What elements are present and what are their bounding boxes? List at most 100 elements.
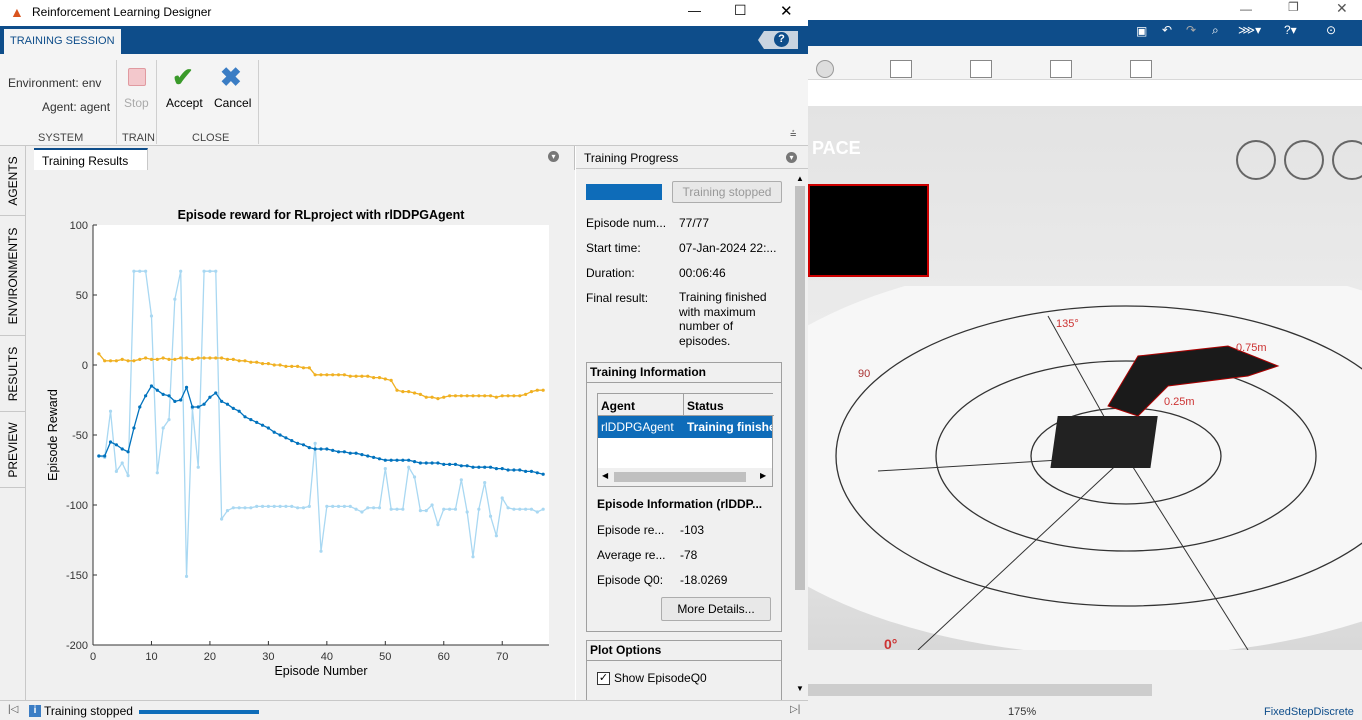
progress-vscroll[interactable]: ▲ ▼ <box>793 170 807 700</box>
scroll-right-icon[interactable]: ▶ <box>760 471 766 480</box>
stop-sim-icon[interactable] <box>816 60 834 78</box>
scope-icon[interactable] <box>890 60 912 78</box>
info-icon: i <box>29 705 41 717</box>
zoom-level: 175% <box>1008 706 1037 718</box>
data-point <box>138 405 142 409</box>
data-point <box>488 514 493 518</box>
data-point <box>342 450 346 454</box>
scroll-down-icon[interactable]: ▼ <box>796 684 804 693</box>
training-info-title: Training Information <box>590 365 706 379</box>
table-scroll-thumb[interactable] <box>614 472 746 482</box>
data-point <box>272 363 276 367</box>
table-hscroll[interactable]: ◀ ▶ <box>598 468 772 486</box>
data-point <box>395 507 399 511</box>
view-front-icon[interactable] <box>1236 140 1276 180</box>
data-point <box>313 441 317 445</box>
data-point <box>383 458 387 462</box>
scroll-left-icon[interactable]: ◀ <box>602 471 608 480</box>
data-point <box>103 454 107 458</box>
data-point <box>149 357 154 361</box>
accept-button[interactable]: ✔ Accept <box>162 60 206 120</box>
field-label-start: Start time: <box>586 241 641 255</box>
data-point <box>184 385 189 389</box>
help-dropdown-icon[interactable]: ?▾ <box>1284 23 1297 37</box>
grid-icon[interactable] <box>1130 60 1152 78</box>
view-top-icon[interactable] <box>1332 140 1362 180</box>
tab-training-results[interactable]: Training Results <box>34 148 148 170</box>
search-icon[interactable]: ⌕ <box>1212 23 1219 38</box>
side-tab-preview-label: PREVIEW <box>5 421 20 478</box>
data-point <box>290 504 294 508</box>
more-details-button[interactable]: More Details... <box>661 597 771 621</box>
bg-hscroll[interactable] <box>808 684 1152 696</box>
view-side-icon[interactable] <box>1284 140 1324 180</box>
data-point <box>448 507 452 511</box>
cancel-button[interactable]: ✖ Cancel <box>210 60 254 120</box>
mechanics-explorer-canvas[interactable]: PACE 135° 90 0.75m 0.25m 0° <box>808 106 1362 652</box>
data-point <box>424 461 428 465</box>
undo-icon[interactable]: ↶ <box>1162 23 1172 37</box>
bg-close-icon[interactable]: ✕ <box>1336 0 1348 17</box>
data-point <box>436 523 440 527</box>
bg-minimize-icon[interactable]: — <box>1240 2 1252 16</box>
data-point <box>336 373 341 377</box>
redo-icon[interactable]: ↷ <box>1186 23 1196 37</box>
side-tab-results[interactable]: RESULTS <box>0 336 25 412</box>
plot-background <box>93 225 549 645</box>
training-stopped-button[interactable]: Training stopped <box>672 181 782 203</box>
data-point <box>541 507 545 511</box>
side-tab-preview[interactable]: PREVIEW <box>0 412 25 488</box>
data-point <box>331 504 335 508</box>
data-point <box>319 373 323 377</box>
data-point <box>436 461 440 465</box>
side-tab-environments[interactable]: ENVIRONMENTS <box>0 216 25 336</box>
mechanics-icon[interactable] <box>1050 60 1072 78</box>
black-panel <box>808 184 929 277</box>
data-point <box>260 362 265 366</box>
data-point <box>184 574 189 578</box>
save-icon[interactable]: ▣ <box>1136 24 1147 38</box>
data-point <box>442 395 446 399</box>
bg-ribbon <box>808 46 1362 80</box>
collapse-right-icon[interactable]: ▷| <box>790 704 800 715</box>
close-icon[interactable]: ✕ <box>780 2 793 20</box>
minimize-icon[interactable]: — <box>688 3 701 18</box>
y-tick-label: 50 <box>76 290 88 302</box>
maximize-icon[interactable]: ☐ <box>734 2 747 19</box>
vscroll-thumb[interactable] <box>795 186 805 590</box>
scroll-up-icon[interactable]: ▲ <box>796 174 804 183</box>
expand-icon[interactable]: ⊙ <box>1326 23 1336 37</box>
show-q0-checkbox[interactable]: ✓ <box>597 672 610 685</box>
divider <box>587 660 781 661</box>
data-point <box>395 458 399 462</box>
group-close-label: CLOSE <box>192 132 230 144</box>
data-point <box>278 363 282 367</box>
table-header-status[interactable]: Status <box>684 394 774 416</box>
table-header-agent[interactable]: Agent <box>598 394 684 416</box>
data-point <box>196 465 200 469</box>
data-point <box>471 394 475 398</box>
table-row[interactable]: rlDDPGAgent Training finished <box>598 416 772 438</box>
episode-reward-chart[interactable]: Episode reward for RLproject with rlDDPG… <box>26 170 575 700</box>
data-point <box>524 469 528 473</box>
panel-menu-icon[interactable]: ▾ <box>548 151 559 162</box>
data-point <box>529 507 534 511</box>
help-button[interactable]: ? <box>758 31 798 49</box>
episode-info-title: Episode Information (rlDDP... <box>597 497 763 511</box>
data-point <box>465 464 469 468</box>
solver-link[interactable]: FixedStepDiscrete <box>1264 706 1354 718</box>
data-point <box>524 507 528 511</box>
progress-panel-menu-icon[interactable]: ▾ <box>786 152 797 163</box>
data-point <box>407 465 411 469</box>
y-tick-label: 0 <box>82 360 88 372</box>
collapse-toolstrip-icon[interactable]: ⩮ <box>790 128 796 141</box>
bg-restore-icon[interactable]: ❐ <box>1288 0 1299 14</box>
side-tab-agents[interactable]: AGENTS <box>0 146 25 216</box>
data-point <box>453 462 458 466</box>
stop-button[interactable]: Stop <box>120 60 154 120</box>
tab-training-session[interactable]: TRAINING SESSION <box>4 29 121 54</box>
community-icon[interactable]: ⋙▾ <box>1238 23 1261 37</box>
collapse-left-icon[interactable]: |◁ <box>8 704 18 715</box>
signal-editor-icon[interactable] <box>970 60 992 78</box>
data-point <box>541 472 545 476</box>
